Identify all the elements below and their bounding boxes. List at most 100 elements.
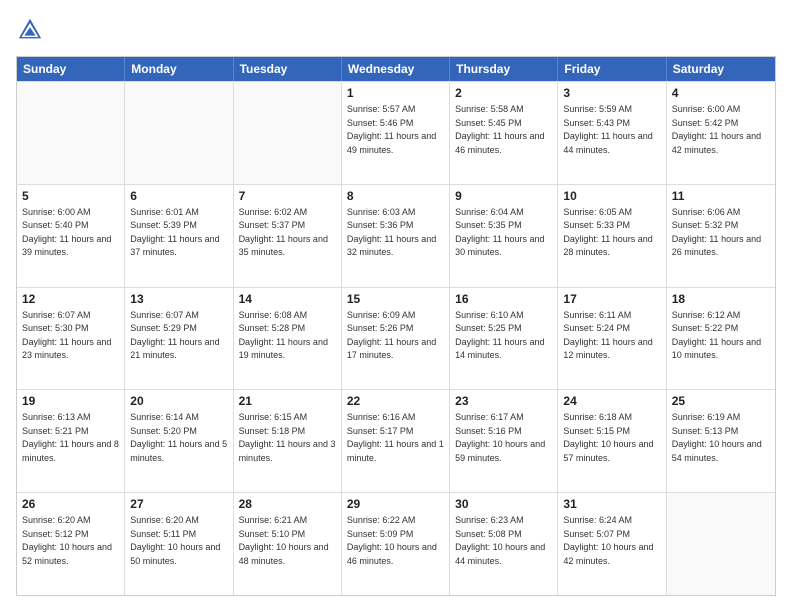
day-number: 7 [239,189,336,203]
calendar-cell: 6 Sunrise: 6:01 AMSunset: 5:39 PMDaylight… [125,185,233,287]
day-info: Sunrise: 6:06 AMSunset: 5:32 PMDaylight:… [672,206,770,260]
calendar-cell: 30 Sunrise: 6:23 AMSunset: 5:08 PMDayligh… [450,493,558,595]
day-info: Sunrise: 6:00 AMSunset: 5:40 PMDaylight:… [22,206,119,260]
calendar-cell: 16 Sunrise: 6:10 AMSunset: 5:25 PMDayligh… [450,288,558,390]
calendar-cell: 15Sunrise: 6:09 AMSunset: 5:26 PMDayligh… [342,288,450,390]
day-info: Sunrise: 6:07 AMSunset: 5:29 PMDaylight:… [130,309,227,363]
header-day-sunday: Sunday [17,57,125,81]
calendar-cell: 19 Sunrise: 6:13 AMSunset: 5:21 PMDayligh… [17,390,125,492]
calendar-cell: 4 Sunrise: 6:00 AMSunset: 5:42 PMDaylight… [667,82,775,184]
calendar-row-1: 5 Sunrise: 6:00 AMSunset: 5:40 PMDaylight… [17,184,775,287]
day-number: 27 [130,497,227,511]
day-info: Sunrise: 6:21 AMSunset: 5:10 PMDaylight:… [239,514,336,568]
day-info: Sunrise: 6:09 AMSunset: 5:26 PMDaylight:… [347,309,444,363]
day-number: 18 [672,292,770,306]
day-info: Sunrise: 6:17 AMSunset: 5:16 PMDaylight:… [455,411,552,465]
page: SundayMondayTuesdayWednesdayThursdayFrid… [0,0,792,612]
calendar-cell: 25Sunrise: 6:19 AMSunset: 5:13 PMDayligh… [667,390,775,492]
calendar-cell: 17 Sunrise: 6:11 AMSunset: 5:24 PMDayligh… [558,288,666,390]
day-number: 31 [563,497,660,511]
day-number: 5 [22,189,119,203]
day-number: 16 [455,292,552,306]
day-number: 11 [672,189,770,203]
calendar-cell: 24Sunrise: 6:18 AMSunset: 5:15 PMDayligh… [558,390,666,492]
day-number: 1 [347,86,444,100]
day-number: 13 [130,292,227,306]
calendar-cell: 12 Sunrise: 6:07 AMSunset: 5:30 PMDayligh… [17,288,125,390]
calendar-header: SundayMondayTuesdayWednesdayThursdayFrid… [17,57,775,81]
day-number: 17 [563,292,660,306]
calendar-cell: 14Sunrise: 6:08 AMSunset: 5:28 PMDayligh… [234,288,342,390]
logo-icon [16,16,44,44]
calendar-cell: 31 Sunrise: 6:24 AMSunset: 5:07 PMDayligh… [558,493,666,595]
day-info: Sunrise: 6:24 AMSunset: 5:07 PMDaylight:… [563,514,660,568]
day-number: 2 [455,86,552,100]
day-info: Sunrise: 6:19 AMSunset: 5:13 PMDaylight:… [672,411,770,465]
day-info: Sunrise: 6:20 AMSunset: 5:12 PMDaylight:… [22,514,119,568]
day-info: Sunrise: 6:07 AMSunset: 5:30 PMDaylight:… [22,309,119,363]
calendar-cell [667,493,775,595]
day-info: Sunrise: 5:58 AMSunset: 5:45 PMDaylight:… [455,103,552,157]
day-info: Sunrise: 6:22 AMSunset: 5:09 PMDaylight:… [347,514,444,568]
day-number: 19 [22,394,119,408]
calendar-row-2: 12 Sunrise: 6:07 AMSunset: 5:30 PMDayligh… [17,287,775,390]
day-number: 8 [347,189,444,203]
day-info: Sunrise: 6:10 AMSunset: 5:25 PMDaylight:… [455,309,552,363]
day-info: Sunrise: 6:15 AMSunset: 5:18 PMDaylight:… [239,411,336,465]
calendar-cell: 26 Sunrise: 6:20 AMSunset: 5:12 PMDayligh… [17,493,125,595]
calendar: SundayMondayTuesdayWednesdayThursdayFrid… [16,56,776,596]
day-info: Sunrise: 6:20 AMSunset: 5:11 PMDaylight:… [130,514,227,568]
calendar-cell: 11 Sunrise: 6:06 AMSunset: 5:32 PMDayligh… [667,185,775,287]
day-number: 20 [130,394,227,408]
day-info: Sunrise: 6:03 AMSunset: 5:36 PMDaylight:… [347,206,444,260]
day-number: 12 [22,292,119,306]
day-info: Sunrise: 6:08 AMSunset: 5:28 PMDaylight:… [239,309,336,363]
calendar-row-3: 19 Sunrise: 6:13 AMSunset: 5:21 PMDayligh… [17,389,775,492]
day-number: 30 [455,497,552,511]
header-day-saturday: Saturday [667,57,775,81]
day-info: Sunrise: 6:23 AMSunset: 5:08 PMDaylight:… [455,514,552,568]
day-number: 3 [563,86,660,100]
day-number: 26 [22,497,119,511]
day-info: Sunrise: 6:02 AMSunset: 5:37 PMDaylight:… [239,206,336,260]
header-day-friday: Friday [558,57,666,81]
day-number: 4 [672,86,770,100]
calendar-cell: 28Sunrise: 6:21 AMSunset: 5:10 PMDayligh… [234,493,342,595]
day-info: Sunrise: 6:11 AMSunset: 5:24 PMDaylight:… [563,309,660,363]
calendar-cell: 2 Sunrise: 5:58 AMSunset: 5:45 PMDaylight… [450,82,558,184]
header [16,16,776,44]
day-info: Sunrise: 6:16 AMSunset: 5:17 PMDaylight:… [347,411,444,465]
day-info: Sunrise: 6:18 AMSunset: 5:15 PMDaylight:… [563,411,660,465]
calendar-cell [125,82,233,184]
calendar-cell: 8 Sunrise: 6:03 AMSunset: 5:36 PMDaylight… [342,185,450,287]
calendar-cell: 7 Sunrise: 6:02 AMSunset: 5:37 PMDaylight… [234,185,342,287]
day-info: Sunrise: 6:13 AMSunset: 5:21 PMDaylight:… [22,411,119,465]
day-number: 9 [455,189,552,203]
calendar-cell: 1 Sunrise: 5:57 AMSunset: 5:46 PMDaylight… [342,82,450,184]
day-info: Sunrise: 6:05 AMSunset: 5:33 PMDaylight:… [563,206,660,260]
calendar-cell [234,82,342,184]
day-info: Sunrise: 6:04 AMSunset: 5:35 PMDaylight:… [455,206,552,260]
day-number: 22 [347,394,444,408]
header-day-thursday: Thursday [450,57,558,81]
calendar-body: 1 Sunrise: 5:57 AMSunset: 5:46 PMDaylight… [17,81,775,595]
calendar-cell [17,82,125,184]
day-info: Sunrise: 6:00 AMSunset: 5:42 PMDaylight:… [672,103,770,157]
day-info: Sunrise: 5:59 AMSunset: 5:43 PMDaylight:… [563,103,660,157]
calendar-cell: 18Sunrise: 6:12 AMSunset: 5:22 PMDayligh… [667,288,775,390]
day-number: 29 [347,497,444,511]
header-day-tuesday: Tuesday [234,57,342,81]
logo [16,16,48,44]
day-number: 21 [239,394,336,408]
header-day-monday: Monday [125,57,233,81]
day-number: 6 [130,189,227,203]
calendar-cell: 9 Sunrise: 6:04 AMSunset: 5:35 PMDaylight… [450,185,558,287]
calendar-cell: 3 Sunrise: 5:59 AMSunset: 5:43 PMDaylight… [558,82,666,184]
day-info: Sunrise: 6:01 AMSunset: 5:39 PMDaylight:… [130,206,227,260]
calendar-cell: 20Sunrise: 6:14 AMSunset: 5:20 PMDayligh… [125,390,233,492]
day-info: Sunrise: 5:57 AMSunset: 5:46 PMDaylight:… [347,103,444,157]
calendar-cell: 21 Sunrise: 6:15 AMSunset: 5:18 PMDayligh… [234,390,342,492]
calendar-cell: 22 Sunrise: 6:16 AMSunset: 5:17 PMDayligh… [342,390,450,492]
day-number: 10 [563,189,660,203]
calendar-cell: 27 Sunrise: 6:20 AMSunset: 5:11 PMDayligh… [125,493,233,595]
